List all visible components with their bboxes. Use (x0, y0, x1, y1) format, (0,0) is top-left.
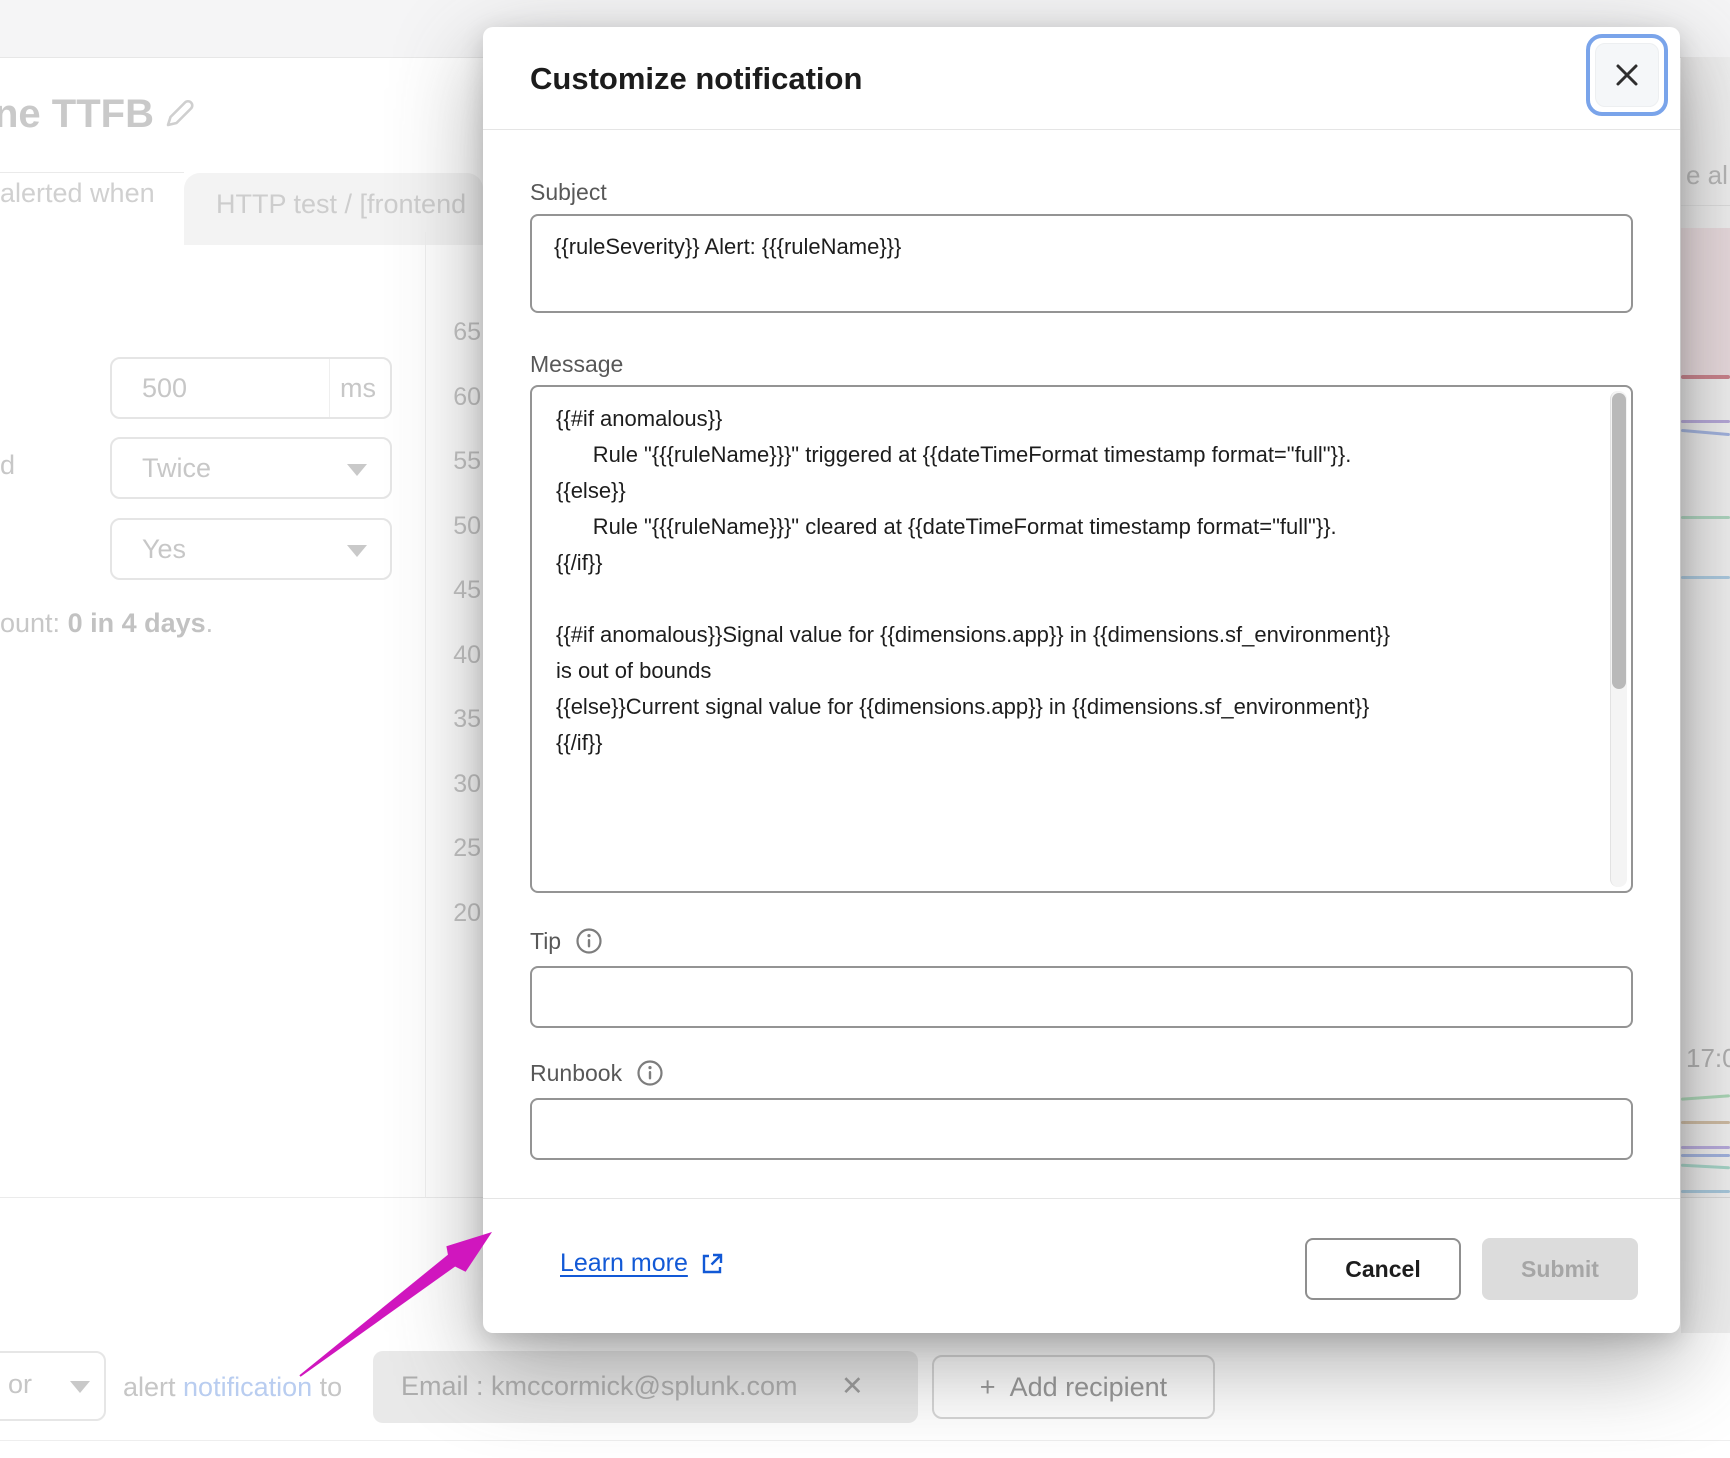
cancel-button[interactable]: Cancel (1305, 1238, 1461, 1300)
y-axis-tick: 35 (447, 705, 481, 734)
alert-count-text: ount: 0 in 4 days. (0, 608, 213, 639)
occurrence-select[interactable]: Twice (110, 437, 392, 499)
dialog-footer-divider (483, 1198, 1680, 1199)
message-label: Message (530, 351, 623, 378)
detector-title-fragment: ne TTFB (0, 92, 154, 137)
tip-label-row: Tip (530, 927, 603, 955)
y-axis-tick: 65 (447, 318, 481, 347)
subject-input[interactable]: {{ruleSeverity}} Alert: {{{ruleName}}} (530, 214, 1633, 313)
bottom-bar-border (0, 1440, 1730, 1441)
chart-line (1681, 1146, 1730, 1149)
chart-line (1681, 1190, 1730, 1193)
tab-fragment-right: e al (1686, 160, 1728, 191)
severity-select-value: or (8, 1369, 32, 1400)
chart-line (1681, 1154, 1730, 1157)
add-recipient-button[interactable]: + Add recipient (932, 1355, 1215, 1419)
y-axis-tick: 50 (447, 512, 481, 541)
dialog-header-divider (483, 129, 1680, 130)
tab-http-test-label: HTTP test / [frontend (216, 189, 466, 220)
info-icon[interactable] (575, 927, 603, 955)
message-scrollbar-thumb[interactable] (1612, 393, 1626, 689)
tab-fragment-alerted-when: alerted when (0, 178, 155, 209)
clear-select[interactable]: Yes (110, 518, 392, 580)
chart-bottom-border (0, 1197, 483, 1198)
runbook-label: Runbook (530, 1060, 622, 1087)
tab-http-test[interactable]: HTTP test / [frontend (184, 173, 483, 245)
tab-bar-divider (0, 172, 184, 173)
annotation-arrow (280, 1213, 520, 1393)
learn-more-link[interactable]: Learn more (560, 1249, 724, 1278)
subject-label: Subject (530, 179, 607, 206)
chart-line (1681, 576, 1730, 579)
threshold-unit: ms (340, 373, 376, 404)
close-button[interactable] (1586, 34, 1668, 116)
occurrence-select-value: Twice (142, 453, 211, 484)
threshold-value: 500 (142, 373, 187, 404)
x-axis-time-label: 17:0 (1686, 1043, 1730, 1074)
runbook-label-row: Runbook (530, 1059, 664, 1087)
tip-input[interactable] (530, 966, 1633, 1028)
message-scrollbar-track[interactable] (1610, 391, 1627, 887)
remove-recipient-icon[interactable]: ✕ (841, 1371, 864, 1402)
y-axis-tick: 25 (447, 834, 481, 863)
threshold-unit-divider (329, 359, 330, 417)
message-input[interactable]: {{#if anomalous}} Rule "{{{ruleName}}}" … (530, 385, 1633, 893)
right-panel-divider (1681, 205, 1730, 206)
runbook-input[interactable] (530, 1098, 1633, 1160)
chevron-down-icon (70, 1381, 90, 1393)
tip-label: Tip (530, 928, 561, 955)
external-link-icon (700, 1252, 724, 1276)
chart-line (1681, 1121, 1730, 1124)
add-recipient-label: Add recipient (1010, 1372, 1168, 1403)
submit-button[interactable]: Submit (1482, 1238, 1638, 1300)
close-icon (1611, 59, 1643, 91)
y-axis-tick: 60 (447, 383, 481, 412)
chevron-down-icon (347, 464, 367, 476)
form-label-fragment: d (0, 450, 15, 481)
chart-gridline (425, 232, 426, 1197)
dialog-title: Customize notification (530, 61, 862, 97)
y-axis-tick: 45 (447, 576, 481, 605)
threshold-input[interactable]: 500 ms (110, 357, 392, 419)
severity-select[interactable]: or (0, 1351, 106, 1421)
clear-select-value: Yes (142, 534, 186, 565)
y-axis-tick: 30 (447, 770, 481, 799)
chart-line (1681, 516, 1730, 519)
close-button-face (1595, 43, 1659, 107)
edit-pencil-icon[interactable] (160, 94, 198, 137)
message-text: {{#if anomalous}} Rule "{{{ruleName}}}" … (556, 401, 1394, 761)
right-panel-lower (1681, 1198, 1730, 1333)
info-icon[interactable] (636, 1059, 664, 1087)
customize-notification-dialog: Customize notification Subject {{ruleSev… (483, 27, 1680, 1333)
chart-line (1681, 420, 1730, 423)
y-axis-tick: 20 (447, 899, 481, 928)
chart-alert-band (1681, 228, 1730, 378)
chevron-down-icon (347, 545, 367, 557)
learn-more-label: Learn more (560, 1249, 688, 1278)
plus-icon: + (980, 1372, 996, 1403)
y-axis-tick: 40 (447, 641, 481, 670)
chart-threshold-line (1681, 375, 1730, 379)
y-axis-tick: 55 (447, 447, 481, 476)
screen: ne TTFB alerted when HTTP test / [fronte… (0, 0, 1730, 1458)
